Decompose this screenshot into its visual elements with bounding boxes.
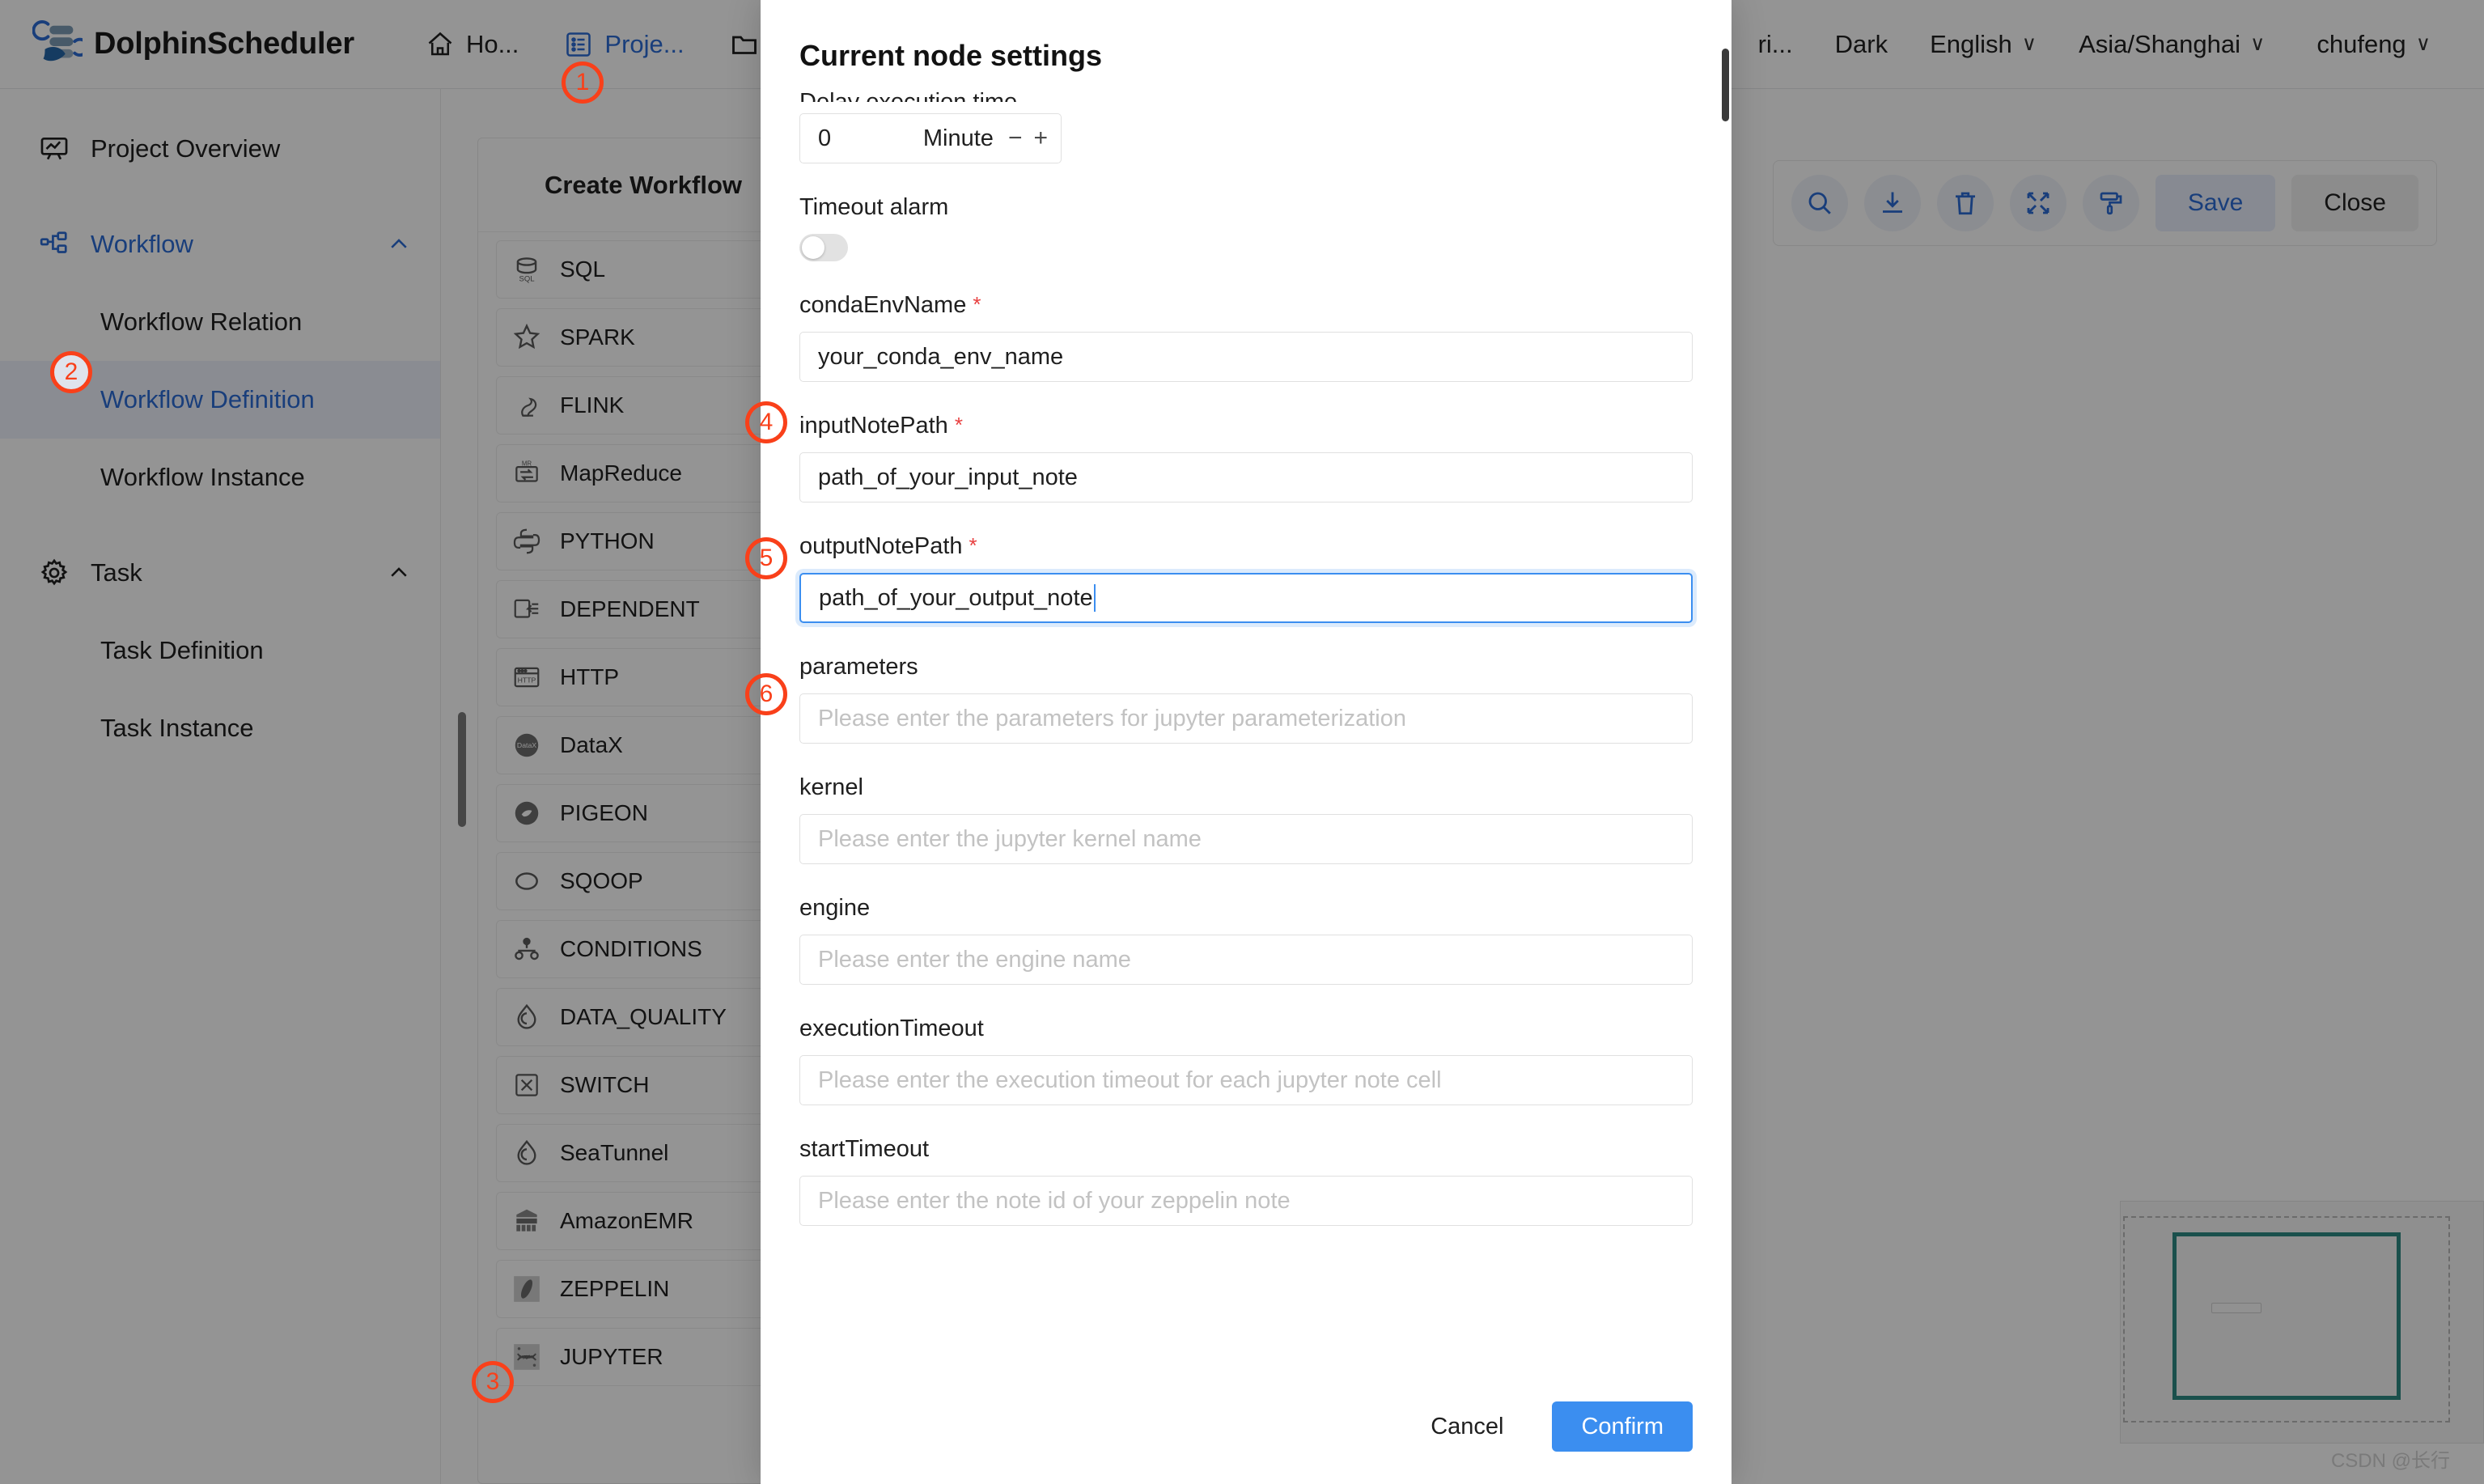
execution-timeout-label: executionTimeout <box>799 1015 1693 1042</box>
text-caret <box>1093 584 1096 612</box>
required-asterisk: * <box>969 533 977 558</box>
field-conda-env-name: condaEnvName * your_conda_env_name <box>799 292 1693 382</box>
modal-footer: Cancel Confirm <box>761 1401 1732 1484</box>
label-text: inputNotePath <box>799 413 948 439</box>
annotation-badge-5: 5 <box>745 537 787 579</box>
input-note-path-label: inputNotePath * <box>799 413 1693 439</box>
execution-timeout-placeholder: Please enter the execution timeout for e… <box>818 1066 1442 1093</box>
kernel-input[interactable]: Please enter the jupyter kernel name <box>799 814 1693 864</box>
timeout-alarm-label: Timeout alarm <box>799 194 949 220</box>
delay-value: 0 <box>818 125 832 151</box>
parameters-placeholder: Please enter the parameters for jupyter … <box>818 705 1406 731</box>
annotation-badge-6: 6 <box>745 673 787 715</box>
required-asterisk: * <box>954 413 963 437</box>
label-text: outputNotePath <box>799 533 963 559</box>
field-kernel: kernel Please enter the jupyter kernel n… <box>799 774 1693 864</box>
cancel-button[interactable]: Cancel <box>1401 1401 1532 1452</box>
kernel-placeholder: Please enter the jupyter kernel name <box>818 825 1202 852</box>
label-text: condaEnvName <box>799 292 967 318</box>
modal-vertical-scrollbar[interactable] <box>1722 49 1729 121</box>
start-timeout-placeholder: Please enter the note id of your zeppeli… <box>818 1187 1291 1214</box>
field-parameters: parameters Please enter the parameters f… <box>799 654 1693 744</box>
screen-root: DolphinScheduler Ho... Proje... ri... Da… <box>0 0 2484 1484</box>
increment-button[interactable]: + <box>1033 125 1048 152</box>
conda-env-name-value: your_conda_env_name <box>818 343 1064 370</box>
output-note-path-label: outputNotePath * <box>799 533 1693 560</box>
start-timeout-label: startTimeout <box>799 1136 1693 1163</box>
start-timeout-input[interactable]: Please enter the note id of your zeppeli… <box>799 1176 1693 1226</box>
field-timeout-alarm: Timeout alarm <box>799 194 1693 261</box>
annotation-badge-2: 2 <box>50 351 92 393</box>
label-text: startTimeout <box>799 1136 930 1162</box>
label-text: executionTimeout <box>799 1015 984 1041</box>
current-node-settings-modal: Current node settings Delay execution ti… <box>761 0 1732 1484</box>
annotation-badge-1: 1 <box>562 61 604 104</box>
engine-placeholder: Please enter the engine name <box>818 946 1131 973</box>
modal-title: Current node settings <box>799 39 1103 72</box>
kernel-label: kernel <box>799 774 1693 801</box>
output-note-path-input[interactable]: path_of_your_output_note <box>799 573 1693 623</box>
input-note-path-value: path_of_your_input_note <box>818 464 1078 490</box>
input-note-path-input[interactable]: path_of_your_input_note <box>799 452 1693 502</box>
delay-unit-label: Minute <box>922 125 994 151</box>
annotation-badge-4: 4 <box>745 401 787 443</box>
annotation-badge-3: 3 <box>472 1361 514 1403</box>
delay-execution-time-label: Delay execution time <box>799 89 1018 102</box>
label-text: parameters <box>799 654 918 680</box>
engine-label: engine <box>799 895 1693 922</box>
conda-env-name-input[interactable]: your_conda_env_name <box>799 332 1693 382</box>
confirm-button[interactable]: Confirm <box>1552 1401 1693 1452</box>
field-start-timeout: startTimeout Please enter the note id of… <box>799 1136 1693 1226</box>
required-asterisk: * <box>973 292 981 316</box>
field-execution-timeout: executionTimeout Please enter the execut… <box>799 1015 1693 1105</box>
label-text: engine <box>799 895 871 921</box>
engine-input[interactable]: Please enter the engine name <box>799 935 1693 985</box>
decrement-button[interactable]: − <box>1008 125 1023 152</box>
parameters-input[interactable]: Please enter the parameters for jupyter … <box>799 693 1693 744</box>
modal-body: Delay execution time 0 Minute − + Timeou… <box>761 73 1732 1401</box>
parameters-label: parameters <box>799 654 1693 681</box>
field-input-note-path: inputNotePath * path_of_your_input_note <box>799 413 1693 502</box>
conda-env-name-label: condaEnvName * <box>799 292 1693 319</box>
execution-timeout-input[interactable]: Please enter the execution timeout for e… <box>799 1055 1693 1105</box>
timeout-alarm-toggle[interactable] <box>799 234 848 261</box>
output-note-path-value: path_of_your_output_note <box>819 584 1093 611</box>
label-text: kernel <box>799 774 863 800</box>
field-delay-execution-time: Delay execution time 0 Minute − + <box>799 89 1693 163</box>
delay-execution-time-stepper[interactable]: 0 Minute − + <box>799 113 1062 163</box>
field-output-note-path: outputNotePath * path_of_your_output_not… <box>799 533 1693 623</box>
field-engine: engine Please enter the engine name <box>799 895 1693 985</box>
stepper-controls[interactable]: − + <box>1008 125 1048 152</box>
